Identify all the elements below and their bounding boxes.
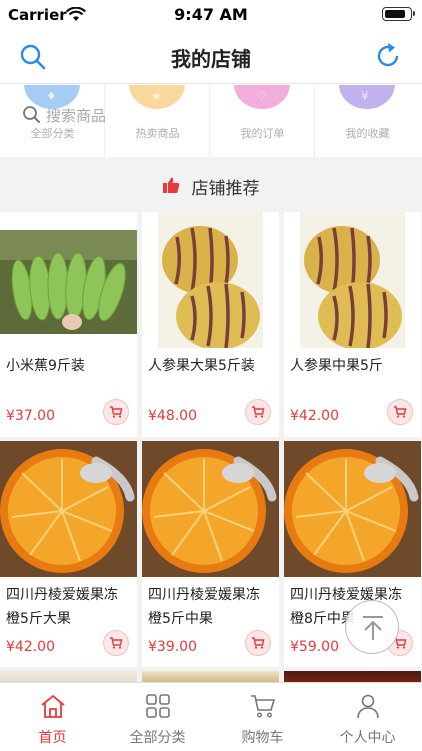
refresh-icon[interactable] (374, 41, 404, 71)
product-card[interactable]: 四川丹棱爱媛果冻橙5斤大果 ¥42.00 (0, 441, 137, 667)
heart-icon: ♡ (256, 89, 267, 103)
diamond-icon: ♦ (46, 89, 57, 103)
tab-bar: 首页 全部分类 购物车 个人中心 (0, 682, 422, 750)
product-card[interactable] (142, 671, 279, 682)
page-title: 我的店铺 (171, 47, 251, 71)
product-name: 四川丹棱爱媛果冻橙5斤大果 (6, 587, 118, 627)
home-icon (40, 693, 66, 719)
scroll-content[interactable]: ♦ 全部分类 ★ 热卖商品 ♡ 我的订单 ¥ 我的收藏 搜索商品 店铺推荐 小米… (0, 85, 422, 682)
search-placeholder: 搜索商品 (46, 107, 107, 125)
add-to-cart-button[interactable] (103, 630, 129, 656)
add-to-cart-button[interactable] (245, 630, 271, 656)
cart-icon (110, 637, 123, 649)
product-name: 四川丹棱爱媛果冻橙5斤中果 (148, 587, 260, 627)
cart-icon (394, 406, 407, 418)
tab-categories[interactable]: 全部分类 (105, 683, 210, 751)
product-card[interactable] (0, 671, 137, 682)
clock: 9:47 AM (174, 5, 248, 24)
tab-cart[interactable]: 购物车 (210, 683, 315, 751)
arrow-up-icon (363, 616, 383, 640)
person-icon (355, 693, 381, 719)
product-image-orange (142, 441, 279, 577)
product-price: ¥37.00 (6, 408, 55, 424)
tab-label: 首页 (38, 730, 67, 746)
quick-link-favorites[interactable]: ¥ 我的收藏 (315, 85, 420, 157)
quick-link-hot[interactable]: ★ 热卖商品 (105, 85, 210, 157)
product-image-pepino (142, 212, 279, 348)
search-overlay-icon (23, 106, 40, 123)
nav-bar: 我的店铺 (0, 28, 422, 84)
product-card[interactable]: 人参果大果5斤装 ¥48.00 (142, 212, 279, 437)
product-image (284, 671, 421, 682)
status-bar: Carrier 9:47 AM (0, 0, 422, 28)
tab-profile[interactable]: 个人中心 (315, 683, 420, 751)
product-image-pepino (284, 212, 421, 348)
product-name: 人参果中果5斤 (290, 358, 383, 374)
product-image-orange (284, 441, 421, 577)
back-to-top-button[interactable] (345, 600, 399, 654)
cart-icon (110, 406, 123, 418)
tab-label: 全部分类 (129, 730, 186, 746)
product-image-banana (0, 212, 137, 348)
section-title: 店铺推荐 (191, 179, 260, 199)
product-price: ¥42.00 (6, 639, 55, 655)
tab-label: 购物车 (241, 730, 284, 746)
star-icon: ★ (151, 89, 162, 103)
battery-icon (382, 7, 415, 21)
cart-icon (250, 693, 276, 719)
add-to-cart-button[interactable] (103, 399, 129, 425)
quick-link-orders[interactable]: ♡ 我的订单 (210, 85, 315, 157)
thumbs-up-icon (162, 176, 180, 198)
product-image-orange (0, 441, 137, 577)
tab-label: 个人中心 (339, 730, 396, 746)
product-price: ¥39.00 (148, 639, 197, 655)
add-to-cart-button[interactable] (245, 399, 271, 425)
product-image (142, 671, 279, 682)
cart-icon (252, 637, 265, 649)
quick-link-label: 全部分类 (30, 127, 75, 140)
quick-link-label: 我的订单 (240, 127, 285, 140)
product-card[interactable] (284, 671, 421, 682)
grid-icon (145, 693, 171, 719)
product-name: 人参果大果5斤装 (148, 358, 255, 374)
quick-link-label: 我的收藏 (345, 127, 390, 140)
product-image (0, 671, 137, 682)
product-price: ¥42.00 (290, 408, 339, 424)
product-price: ¥48.00 (148, 408, 197, 424)
quick-link-label: 热卖商品 (135, 127, 180, 140)
product-card[interactable]: 小米蕉9斤装 ¥37.00 (0, 212, 137, 437)
product-price: ¥59.00 (290, 639, 339, 655)
quick-links: ♦ 全部分类 ★ 热卖商品 ♡ 我的订单 ¥ 我的收藏 搜索商品 (0, 85, 422, 157)
section-header: 店铺推荐 (0, 158, 422, 212)
product-name: 小米蕉9斤装 (6, 358, 85, 374)
add-to-cart-button[interactable] (387, 399, 413, 425)
tab-home[interactable]: 首页 (0, 683, 105, 751)
yen-icon: ¥ (361, 89, 369, 103)
search-overlay[interactable]: 搜索商品 (22, 105, 106, 127)
cart-icon (252, 406, 265, 418)
product-card[interactable]: 人参果中果5斤 ¥42.00 (284, 212, 421, 437)
product-card[interactable]: 四川丹棱爱媛果冻橙5斤中果 ¥39.00 (142, 441, 279, 667)
